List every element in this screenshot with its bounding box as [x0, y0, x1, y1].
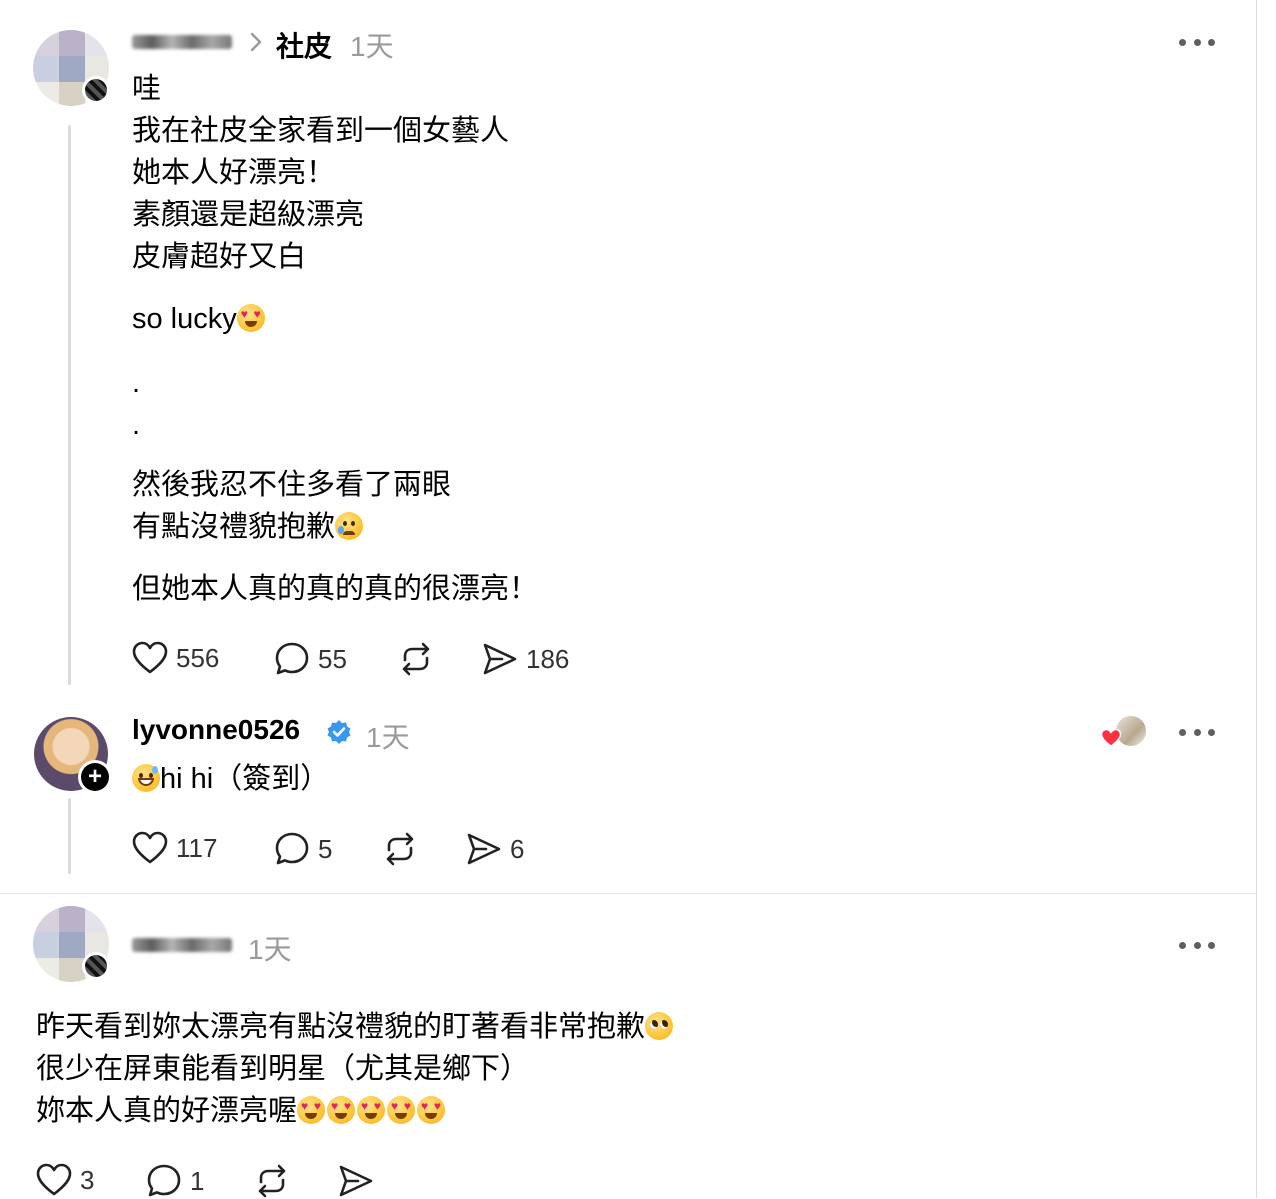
post-line: 皮膚超好又白: [132, 241, 307, 273]
repost-icon: [402, 642, 430, 676]
comment-button[interactable]: 5: [274, 831, 332, 867]
repost-icon: [386, 832, 414, 866]
post-dot: .: [132, 409, 141, 441]
post-line-text: 妳本人真的好漂亮喔: [36, 1095, 298, 1127]
thread-line: [68, 798, 71, 874]
post-line: 有點沒禮貌抱歉: [132, 506, 364, 548]
post-line: 她本人好漂亮！: [132, 157, 336, 189]
sad-sweat-emoji-icon: [335, 512, 364, 540]
heart-eyes-emoji-icon: [297, 1096, 326, 1124]
post-line: 我在社皮全家看到一個女藝人: [132, 115, 510, 147]
thread-line: [68, 125, 71, 685]
username[interactable]: lyvonne0526: [132, 714, 300, 746]
heart-eyes-emoji-icon: [327, 1096, 356, 1124]
more-options-button[interactable]: [1179, 722, 1215, 742]
post-line: 昨天看到妳太漂亮有點沒禮貌的盯著看非常抱歉: [36, 1006, 674, 1048]
post-line-text: 昨天看到妳太漂亮有點沒禮貌的盯著看非常抱歉: [36, 1011, 646, 1043]
post-line: 但她本人真的真的真的很漂亮！: [132, 573, 539, 605]
comment-button[interactable]: 55: [274, 641, 347, 677]
liked-by-indicator[interactable]: [1100, 716, 1148, 750]
comment-bubble-icon: [147, 1164, 181, 1197]
post-time: 1天: [248, 934, 292, 965]
verified-badge-icon: [327, 720, 351, 744]
follow-badge-icon[interactable]: [82, 952, 110, 980]
like-button[interactable]: 3: [36, 1163, 94, 1197]
post-line: 素顏還是超級漂亮: [132, 199, 365, 231]
comment-bubble-icon: [275, 832, 309, 865]
post-line-text: 有點沒禮貌抱歉: [132, 511, 336, 543]
post-dot: .: [132, 367, 141, 399]
like-button[interactable]: 556: [132, 641, 219, 675]
post-line: 哇: [132, 73, 162, 105]
heart-icon: [132, 831, 168, 864]
grinning-sweat-emoji-icon: [132, 764, 160, 792]
repost-button[interactable]: [254, 1163, 290, 1199]
more-options-button[interactable]: [1179, 32, 1215, 52]
comment-body: hi hi（簽到）: [160, 763, 330, 795]
comment-text: hi hi（簽到）: [132, 758, 329, 800]
comment-count: 55: [318, 643, 347, 674]
send-icon: [483, 643, 517, 675]
username-blurred[interactable]: [132, 938, 232, 952]
like-count: 117: [176, 832, 218, 863]
chevron-right-icon: [250, 32, 262, 52]
scrollbar-edge: [1256, 0, 1257, 1198]
share-button[interactable]: [338, 1163, 374, 1199]
share-button[interactable]: 6: [466, 831, 524, 867]
like-count: 3: [80, 1164, 95, 1195]
share-count: 6: [510, 833, 525, 864]
follow-plus-icon[interactable]: +: [78, 760, 112, 794]
topic-tag[interactable]: 社皮: [276, 25, 332, 65]
post-time: 1天: [350, 31, 394, 62]
divider: [0, 893, 1256, 894]
comment-count: 5: [318, 833, 333, 864]
comment-button[interactable]: 1: [146, 1163, 204, 1199]
comment-bubble-icon: [275, 642, 309, 675]
username-blurred[interactable]: [132, 35, 232, 49]
post-line: 妳本人真的好漂亮喔: [36, 1090, 446, 1132]
repost-button[interactable]: [382, 831, 418, 867]
heart-eyes-emoji-icon: [236, 304, 265, 332]
comment-count: 1: [190, 1165, 205, 1196]
heart-icon: [132, 641, 168, 674]
post-line: 很少在屏東能看到明星（尤其是鄉下）: [36, 1053, 530, 1085]
post-time: 1天: [366, 722, 410, 753]
post-line: so lucky: [132, 298, 265, 340]
heart-eyes-emoji-icon: [357, 1096, 386, 1124]
pleading-face-emoji-icon: [645, 1012, 674, 1040]
send-icon: [339, 1165, 373, 1197]
red-heart-icon: [1100, 728, 1122, 747]
repost-button[interactable]: [398, 641, 434, 677]
heart-eyes-emoji-icon: [417, 1096, 446, 1124]
like-count: 556: [176, 642, 220, 673]
repost-icon: [258, 1164, 286, 1198]
more-options-button[interactable]: [1179, 935, 1215, 955]
lucky-text: so lucky: [132, 303, 237, 335]
post-line: 然後我忍不住多看了兩眼: [132, 469, 452, 501]
heart-eyes-emoji-icon: [387, 1096, 416, 1124]
share-button[interactable]: 186: [482, 641, 569, 677]
follow-badge-icon[interactable]: [82, 76, 110, 104]
share-count: 186: [526, 643, 570, 674]
send-icon: [467, 833, 501, 865]
heart-icon: [36, 1163, 72, 1196]
like-button[interactable]: 117: [132, 831, 217, 865]
